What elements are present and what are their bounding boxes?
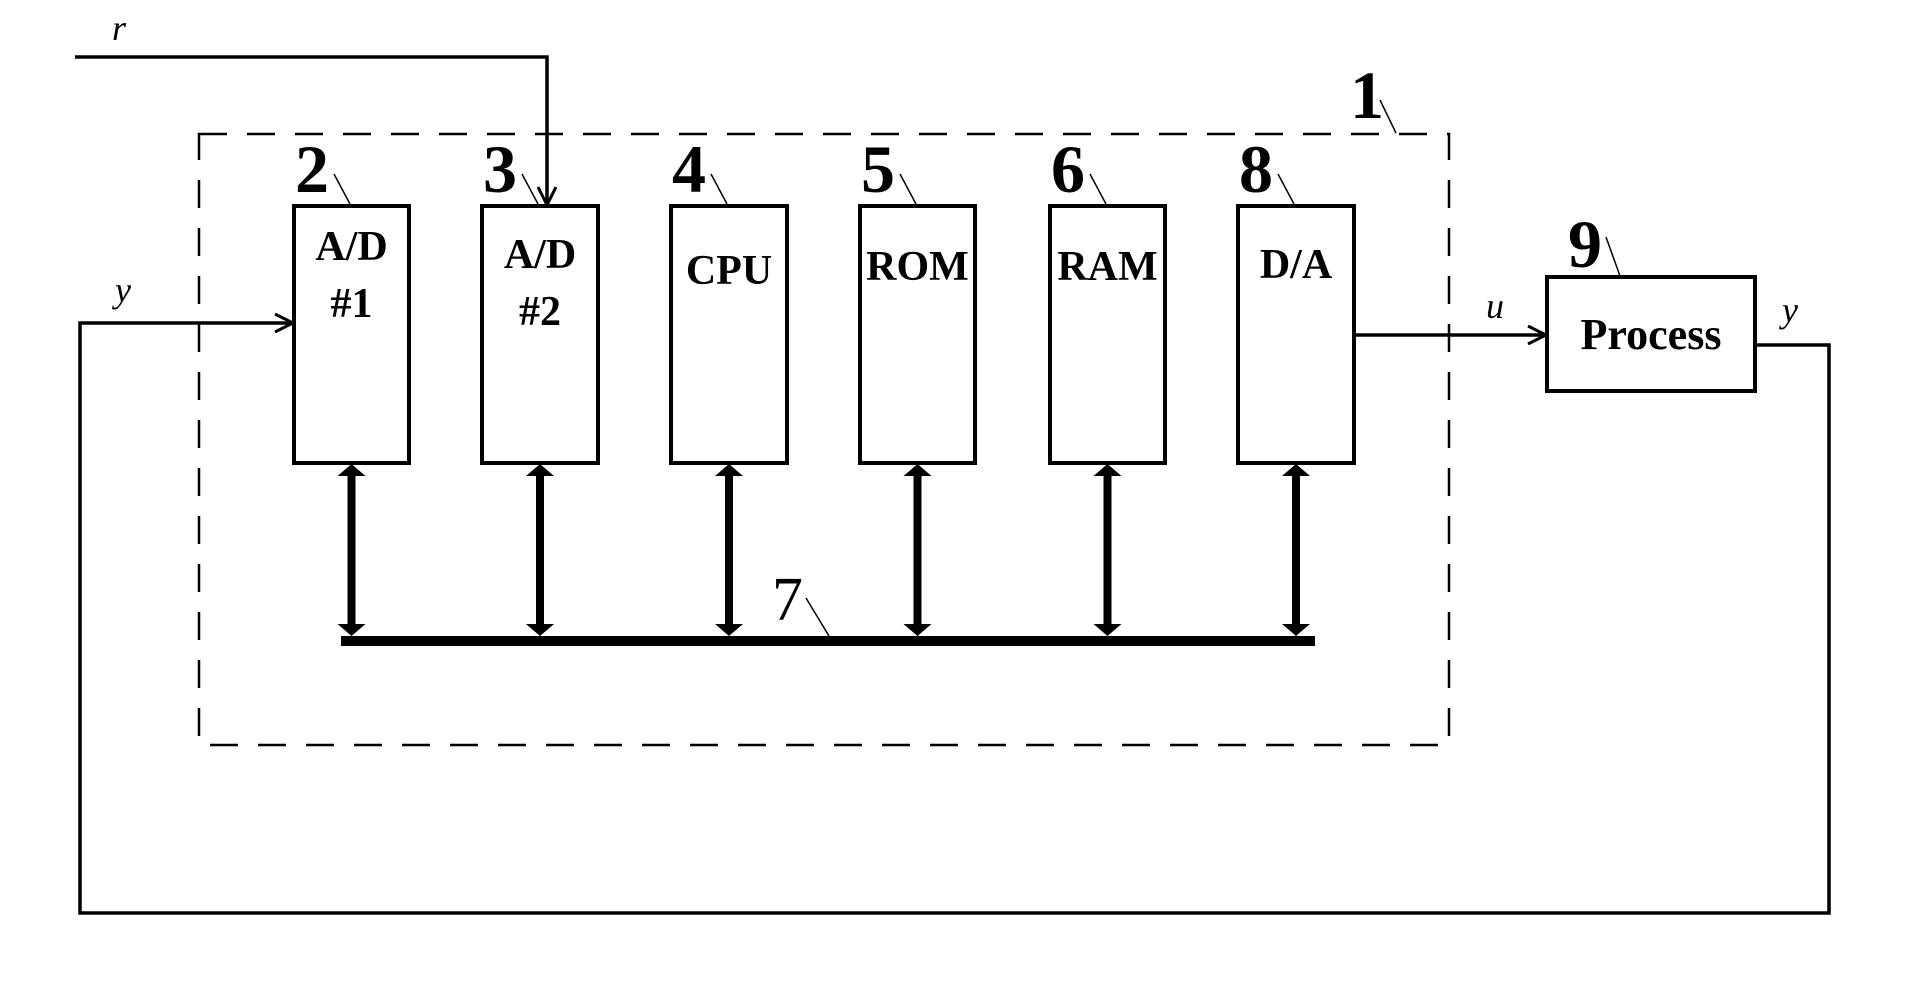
module-da: D/A 8 — [1236, 131, 1356, 465]
module-label: A/D — [504, 232, 576, 278]
bus-arrow-shaft — [1103, 473, 1112, 626]
bus-arrows-group — [337, 464, 1310, 636]
module-ref-number: 3 — [483, 131, 517, 207]
module-leader-line — [899, 173, 917, 205]
module-ad2: A/D #2 3 — [480, 131, 600, 465]
bus-arrow-head-down — [1093, 624, 1122, 636]
bus-arrow-shaft — [536, 473, 544, 626]
module-leader-line — [1089, 173, 1107, 205]
module-ref-number: 5 — [861, 131, 895, 207]
module-leader-line — [710, 173, 728, 205]
bus-arrow-ad1 — [337, 464, 366, 636]
module-ref-number: 8 — [1239, 131, 1273, 207]
bus-arrow-head-down — [903, 624, 932, 636]
bus-arrow-ram — [1093, 464, 1122, 636]
module-label: A/D — [315, 224, 387, 270]
bus-arrow-head-up — [1282, 464, 1310, 476]
module-box — [669, 204, 789, 465]
module-rom: ROM 5 — [858, 131, 977, 465]
bus-arrow-head-down — [715, 624, 743, 636]
bus-arrow-head-up — [337, 464, 366, 476]
reference-signal-label: r — [112, 8, 127, 48]
bus-arrow-cpu — [715, 464, 743, 636]
module-label: D/A — [1260, 242, 1333, 288]
module-label: RAM — [1057, 244, 1157, 290]
process-label: Process — [1581, 310, 1722, 359]
bus-arrow-da — [1282, 464, 1310, 636]
module-cpu: CPU 4 — [669, 131, 789, 465]
module-label: #2 — [519, 289, 561, 335]
module-leader-line — [333, 173, 351, 205]
control-signal-label: u — [1486, 286, 1504, 326]
feedback-input-label: y — [112, 270, 131, 310]
bus-arrow-head-up — [903, 464, 932, 476]
bus-ref-number: 7 — [772, 566, 803, 634]
system-bus — [341, 636, 1315, 646]
bus-arrow-shaft — [1292, 473, 1300, 626]
module-leader-line — [1277, 173, 1295, 205]
modules-group: A/D #1 2 A/D #2 3 CPU 4 ROM 5 RAM 6 D/A 8 — [292, 131, 1356, 465]
bus-arrow-head-down — [337, 624, 366, 636]
output-signal-label: y — [1779, 290, 1798, 330]
bus-leader-line — [805, 597, 830, 637]
bus-arrow-shaft — [725, 473, 733, 626]
module-ref-number: 4 — [672, 131, 706, 207]
process-leader-line — [1605, 236, 1621, 277]
process-ref-number: 9 — [1568, 206, 1602, 282]
diagram-canvas: 1 A/D #1 2 A/D #2 3 CPU 4 ROM 5 RAM 6 D/A 8 7 r y u P… — [75, 8, 1831, 915]
module-ref-number: 6 — [1051, 131, 1085, 207]
module-ad1: A/D #1 2 — [292, 131, 411, 465]
module-label: #1 — [331, 281, 373, 327]
bus-arrow-shaft — [347, 473, 356, 626]
bus-arrow-head-up — [715, 464, 743, 476]
bus-arrow-head-down — [1282, 624, 1310, 636]
bus-arrow-ad2 — [526, 464, 554, 636]
bus-arrow-rom — [903, 464, 932, 636]
bus-arrow-head-down — [526, 624, 554, 636]
module-ram: RAM 6 — [1048, 131, 1167, 465]
module-label: ROM — [866, 244, 969, 290]
bus-arrow-head-up — [526, 464, 554, 476]
module-ref-number: 2 — [295, 131, 329, 207]
module-label: CPU — [686, 248, 772, 294]
module-leader-line — [521, 173, 539, 205]
controller-ref-number: 1 — [1350, 57, 1384, 133]
bus-arrow-shaft — [913, 473, 922, 626]
bus-arrow-head-up — [1093, 464, 1122, 476]
